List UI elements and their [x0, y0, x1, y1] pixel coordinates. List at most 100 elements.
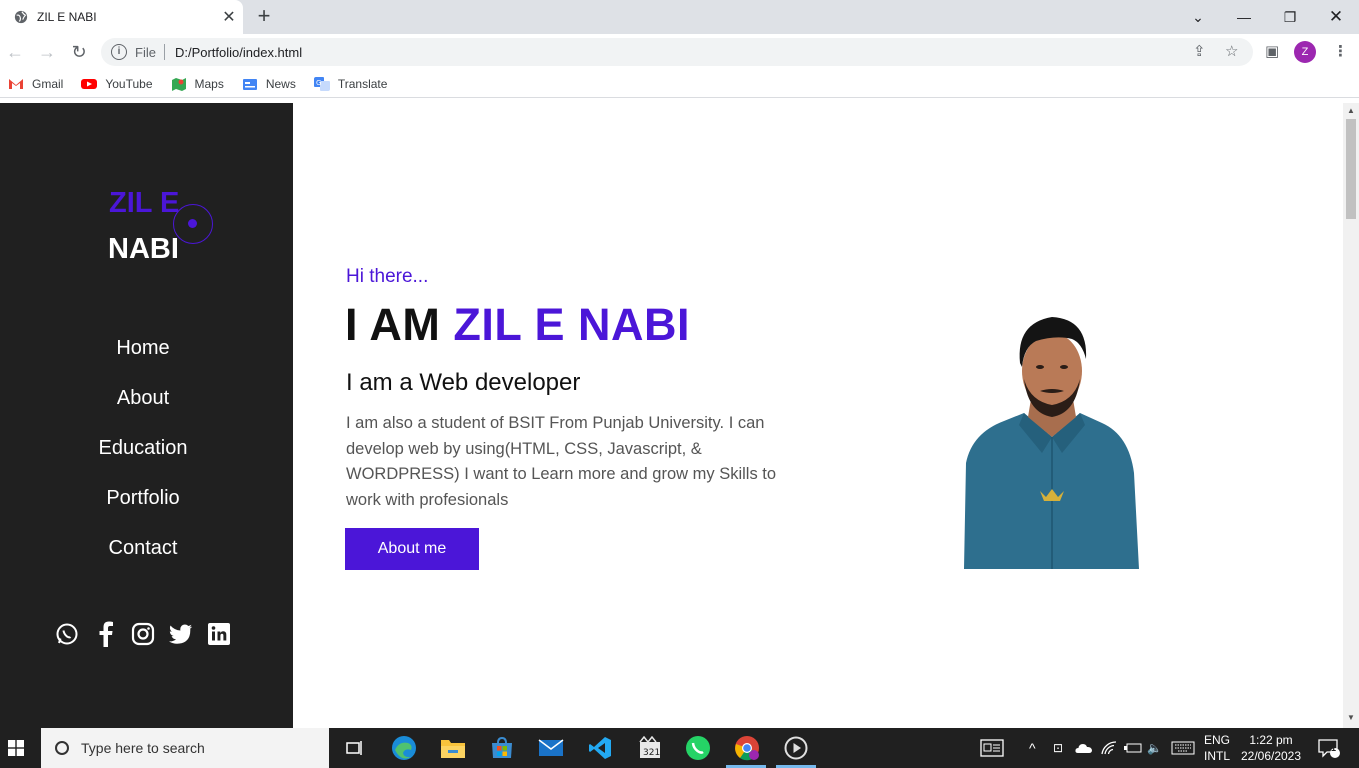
bookmark-label: Maps — [194, 76, 224, 91]
minimize-button[interactable]: — — [1221, 0, 1267, 34]
scheme-label: File — [135, 44, 156, 60]
file-explorer-icon[interactable] — [439, 734, 467, 762]
media-player-icon[interactable] — [782, 734, 810, 762]
battery-icon[interactable] — [1124, 728, 1142, 768]
instagram-icon[interactable] — [131, 621, 155, 647]
logo-line-2: NABI — [108, 233, 179, 265]
wifi-icon[interactable] — [1101, 728, 1117, 768]
language-indicator[interactable]: ENG INTL — [1193, 732, 1241, 764]
new-tab-button[interactable]: + — [252, 4, 276, 28]
clock-time: 1:22 pm — [1249, 733, 1293, 747]
globe-icon — [14, 10, 28, 24]
svg-text:G: G — [316, 79, 321, 87]
info-icon[interactable]: i — [111, 44, 127, 60]
heading-name: ZIL E NABI — [453, 299, 691, 350]
profile-avatar[interactable]: Z — [1294, 41, 1316, 63]
windows-start-icon[interactable] — [8, 740, 24, 756]
youtube-icon — [81, 78, 98, 89]
mail-icon[interactable] — [537, 734, 565, 762]
greeting-text: Hi there... — [346, 266, 429, 287]
edge-icon[interactable] — [390, 734, 418, 762]
tab-search-icon[interactable]: ⌄ — [1175, 0, 1221, 34]
taskbar-search[interactable]: Type here to search — [41, 728, 329, 768]
browser-tab[interactable]: ZIL E NABI ✕ — [0, 0, 243, 34]
divider — [163, 44, 165, 60]
bookmark-youtube[interactable]: YouTube — [81, 76, 153, 91]
twitter-icon[interactable] — [169, 621, 193, 647]
bookmark-gmail[interactable]: Gmail — [8, 77, 63, 91]
tab-title: ZIL E NABI — [37, 10, 97, 24]
side-panel-icon[interactable]: ▣ — [1265, 42, 1279, 60]
logo-line-1: ZIL E — [109, 187, 180, 219]
hero-heading: I AM ZIL E NABI — [345, 299, 690, 351]
tray-chevron-icon[interactable]: ^ — [1029, 728, 1036, 768]
menu-icon[interactable]: ⋮ — [1333, 42, 1348, 60]
scroll-up-icon[interactable]: ▲ — [1347, 106, 1355, 115]
gmail-icon — [9, 78, 23, 89]
page-scrollbar[interactable]: ▲ ▼ — [1343, 103, 1359, 728]
about-me-button[interactable]: About me — [345, 528, 479, 570]
news-widget-icon[interactable] — [980, 728, 1004, 768]
bookmark-maps[interactable]: Maps — [171, 77, 224, 91]
search-placeholder: Type here to search — [81, 740, 205, 756]
maps-icon — [171, 77, 186, 91]
scroll-thumb[interactable] — [1346, 119, 1356, 219]
svg-text:321: 321 — [643, 748, 660, 758]
nav-home[interactable]: Home — [0, 335, 286, 385]
onedrive-icon[interactable] — [1075, 728, 1093, 768]
clock[interactable]: 1:22 pm 22/06/2023 — [1240, 732, 1302, 764]
news-icon — [242, 78, 257, 90]
bookmark-label: Translate — [337, 76, 388, 91]
microsoft-store-icon[interactable] — [488, 734, 516, 762]
reload-icon[interactable]: ↻ — [67, 40, 91, 64]
logo-dot — [188, 219, 197, 228]
social-links — [55, 621, 245, 647]
bookmark-translate[interactable]: G Translate — [313, 76, 388, 91]
nav-portfolio[interactable]: Portfolio — [0, 485, 286, 535]
forward-icon[interactable]: → — [35, 40, 59, 64]
hero-section: Hi there... I AM ZIL E NABI I am a Web d… — [293, 103, 1343, 728]
bookmarks-bar: Gmail YouTube Maps News G Translate — [0, 70, 1359, 98]
back-icon[interactable]: ← — [3, 40, 27, 64]
volume-icon[interactable]: 🔈 — [1147, 728, 1162, 768]
vscode-icon[interactable] — [586, 734, 614, 762]
hero-subheading: I am a Web developer — [346, 369, 581, 396]
tab-close-icon[interactable]: ✕ — [215, 7, 243, 27]
notifications-icon[interactable]: 1 — [1318, 728, 1340, 768]
language-layout: INTL — [1203, 749, 1230, 763]
translate-icon: G — [313, 76, 330, 91]
heading-prefix: I AM — [345, 299, 441, 350]
url-text[interactable]: D:/Portfolio/index.html — [175, 45, 302, 60]
chrome-icon[interactable] — [733, 734, 761, 762]
clock-date: 22/06/2023 — [1240, 749, 1302, 763]
tab-strip: ZIL E NABI ✕ + ⌄ — ❐ ✕ — [0, 0, 1359, 34]
whatsapp-app-icon[interactable] — [684, 734, 712, 762]
media-player-classic-icon[interactable]: 321 — [636, 734, 664, 762]
address-bar[interactable]: i File D:/Portfolio/index.html — [101, 38, 1253, 66]
nav-education[interactable]: Education — [0, 435, 286, 485]
task-view-icon[interactable] — [340, 734, 368, 762]
bookmark-label: YouTube — [105, 76, 153, 91]
bookmark-news[interactable]: News — [242, 77, 296, 91]
hero-description: I am also a student of BSIT From Punjab … — [346, 414, 777, 509]
linkedin-icon[interactable] — [207, 621, 231, 647]
nav-about[interactable]: About — [0, 385, 286, 435]
language-code: ENG — [1203, 733, 1230, 747]
bookmark-label: Gmail — [32, 76, 64, 91]
taskbar: Type here to search 321 ^ ⊡ 🔈 ENG INTL 1… — [0, 728, 1359, 768]
search-icon — [55, 741, 69, 755]
browser-toolbar: ← → ↻ i File D:/Portfolio/index.html ⇪ ☆… — [0, 34, 1359, 70]
profile-photo — [964, 317, 1139, 569]
nav-contact[interactable]: Contact — [0, 535, 286, 585]
keyboard-icon[interactable] — [1171, 728, 1195, 768]
scroll-down-icon[interactable]: ▼ — [1347, 713, 1355, 722]
sidebar: ZIL E NABI Home About Education Portfoli… — [0, 103, 293, 728]
meet-now-icon[interactable]: ⊡ — [1053, 728, 1063, 768]
restore-button[interactable]: ❐ — [1267, 0, 1313, 34]
whatsapp-icon[interactable] — [55, 621, 79, 647]
notification-count: 1 — [1331, 743, 1337, 753]
window-close-button[interactable]: ✕ — [1313, 0, 1359, 34]
share-icon[interactable]: ⇪ — [1193, 42, 1206, 60]
bookmark-star-icon[interactable]: ☆ — [1225, 42, 1238, 60]
facebook-icon[interactable] — [93, 621, 117, 647]
